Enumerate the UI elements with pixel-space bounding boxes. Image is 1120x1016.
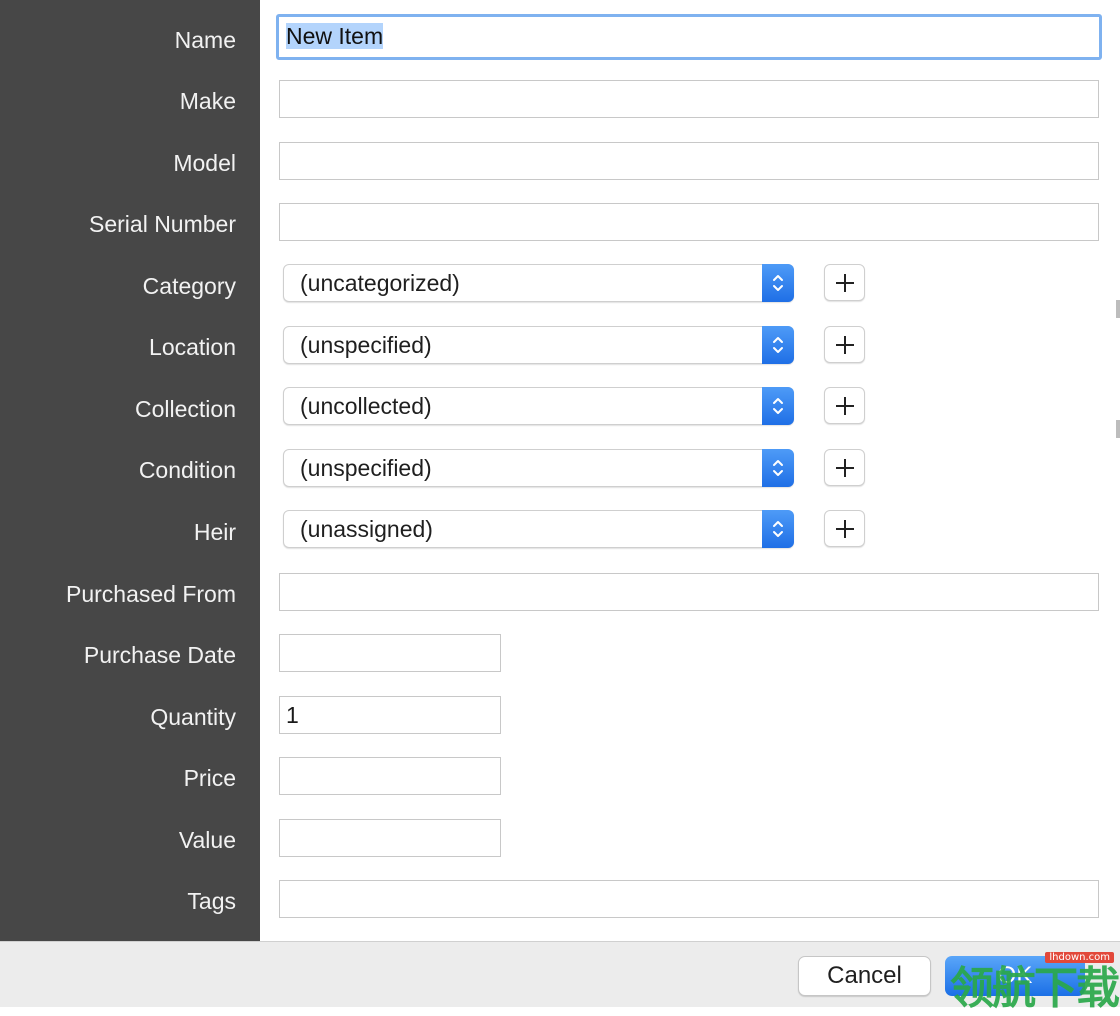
serial-number-field[interactable] (279, 203, 1099, 241)
plus-icon (835, 273, 854, 292)
plus-icon (835, 396, 854, 415)
cancel-button[interactable]: Cancel (798, 956, 931, 996)
condition-label: Condition (138, 457, 236, 483)
make-field[interactable] (279, 80, 1099, 118)
heir-select-value: (unassigned) (300, 516, 433, 542)
add-location-button[interactable] (824, 326, 865, 363)
condition-select-value: (unspecified) (300, 455, 432, 481)
chevron-updown-icon (762, 326, 794, 364)
chevron-updown-icon (762, 264, 794, 302)
tags-field[interactable] (279, 880, 1099, 918)
model-label: Model (173, 150, 236, 176)
condition-select[interactable]: (unspecified) (283, 449, 794, 487)
collection-select-value: (uncollected) (300, 393, 432, 419)
name-label: Name (174, 27, 236, 53)
category-select-value: (uncategorized) (300, 270, 460, 296)
heir-select[interactable]: (unassigned) (283, 510, 794, 548)
model-field[interactable] (279, 142, 1099, 180)
category-label: Category (142, 273, 236, 299)
add-category-button[interactable] (824, 264, 865, 301)
add-collection-button[interactable] (824, 387, 865, 424)
chevron-updown-icon (762, 510, 794, 548)
purchase-date-field[interactable] (279, 634, 501, 672)
make-label: Make (179, 88, 236, 114)
window-edge (1116, 300, 1120, 318)
value-field[interactable] (279, 819, 501, 857)
quantity-label: Quantity (150, 704, 236, 730)
value-label: Value (178, 827, 236, 853)
category-select[interactable]: (uncategorized) (283, 264, 794, 302)
purchase-date-label: Purchase Date (83, 642, 236, 668)
purchased-from-field[interactable] (279, 573, 1099, 611)
heir-label: Heir (193, 519, 236, 545)
serial-number-label: Serial Number (89, 211, 236, 237)
add-condition-button[interactable] (824, 449, 865, 486)
ok-button[interactable]: OK (945, 956, 1085, 996)
location-select-value: (unspecified) (300, 332, 432, 358)
plus-icon (835, 335, 854, 354)
chevron-updown-icon (762, 387, 794, 425)
chevron-updown-icon (762, 449, 794, 487)
add-heir-button[interactable] (824, 510, 865, 547)
window-edge (1116, 420, 1120, 438)
tags-label: Tags (187, 888, 236, 914)
location-select[interactable]: (unspecified) (283, 326, 794, 364)
collection-select[interactable]: (uncollected) (283, 387, 794, 425)
name-field-value: New Item (286, 23, 384, 49)
price-field[interactable] (279, 757, 501, 795)
collection-label: Collection (135, 396, 236, 422)
plus-icon (835, 519, 854, 538)
plus-icon (835, 458, 854, 477)
quantity-field[interactable]: 1 (279, 696, 501, 734)
purchased-from-label: Purchased From (65, 581, 236, 607)
location-label: Location (149, 334, 236, 360)
price-label: Price (183, 765, 236, 791)
name-field[interactable]: New Item (276, 14, 1102, 60)
